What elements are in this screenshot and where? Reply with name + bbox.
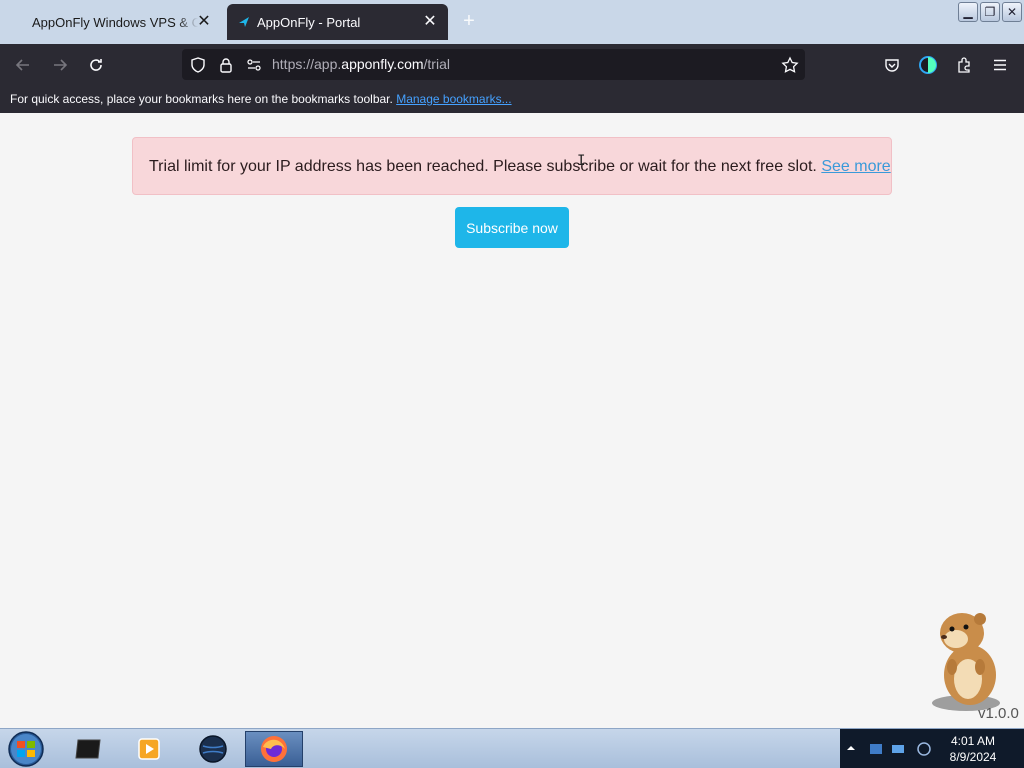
pocket-icon[interactable] [879, 52, 905, 78]
window-controls: ▁ ❐ ✕ [958, 2, 1022, 22]
forward-icon[interactable] [47, 52, 73, 78]
bookmarks-message: For quick access, place your bookmarks h… [10, 92, 393, 106]
restore-button[interactable]: ❐ [980, 2, 1000, 22]
taskbar-media-player[interactable] [120, 731, 178, 767]
back-icon[interactable] [10, 52, 36, 78]
tab-apponfly-site[interactable]: AppOnFly Windows VPS & Clou ✕ [0, 4, 222, 40]
trial-limit-alert: Trial limit for your IP address has been… [132, 137, 892, 195]
menu-icon[interactable] [987, 52, 1013, 78]
display-tray-icon[interactable] [890, 741, 906, 757]
tab-title: AppOnFly Windows VPS & Clou [32, 14, 198, 30]
apponfly-favicon-icon [239, 17, 249, 27]
tab-apponfly-portal[interactable]: AppOnFly - Portal ✕ [227, 4, 448, 40]
extensions-icon[interactable] [951, 52, 977, 78]
windows-start-icon[interactable] [6, 730, 46, 768]
clock-date: 8/9/2024 [949, 750, 997, 764]
volume-tray-icon[interactable] [916, 741, 932, 757]
close-icon[interactable]: ✕ [194, 12, 214, 32]
terminal-icon [75, 739, 101, 759]
firefox-icon [261, 736, 287, 762]
subscribe-now-button[interactable]: Subscribe now [455, 207, 569, 248]
clock-time: 4:01 AM [950, 734, 996, 748]
alert-message: Trial limit for your IP address has been… [149, 158, 817, 175]
taskbar-firefox[interactable] [245, 731, 303, 767]
url-domain: apponfly.com [341, 56, 424, 72]
permissions-icon[interactable] [241, 52, 267, 78]
see-more-link[interactable]: See more [821, 158, 890, 175]
url-prefix: https://app. [272, 56, 342, 72]
close-icon[interactable]: ✕ [420, 12, 440, 32]
globe-icon [199, 735, 227, 763]
hamster-mascot-icon [932, 613, 1000, 711]
text-cursor-icon: I [577, 153, 586, 169]
media-player-icon [138, 738, 160, 760]
manage-bookmarks-link[interactable]: Manage bookmarks... [396, 92, 511, 106]
network-tray-icon[interactable] [868, 741, 884, 757]
tab-title: AppOnFly - Portal [257, 14, 361, 30]
taskbar-terminal-app[interactable] [60, 731, 118, 767]
bookmarks-toolbar: For quick access, place your bookmarks h… [0, 85, 1024, 113]
page-content: Trial limit for your IP address has been… [0, 113, 1024, 728]
shield-icon[interactable] [185, 52, 211, 78]
url-path: /trial [423, 56, 450, 72]
account-icon[interactable] [915, 52, 941, 78]
close-window-button[interactable]: ✕ [1002, 2, 1022, 22]
tray-expand-icon[interactable] [846, 743, 856, 753]
taskbar-clock[interactable]: 4:01 AM 8/9/2024 [940, 733, 1006, 765]
desktop: AppOnFly Windows VPS & Clou ✕ AppOnFly -… [0, 0, 1024, 768]
minimize-button[interactable]: ▁ [958, 2, 978, 22]
lock-icon[interactable] [213, 52, 239, 78]
reload-icon[interactable] [83, 52, 109, 78]
browser-titlebar: AppOnFly Windows VPS & Clou ✕ AppOnFly -… [0, 0, 1024, 44]
url-text[interactable]: https://app.apponfly.com/trial [272, 56, 450, 72]
star-icon[interactable] [777, 52, 803, 78]
version-label: v1.0.0 [978, 705, 1019, 722]
plus-icon[interactable]: + [458, 10, 480, 32]
taskbar-network-app[interactable] [184, 731, 242, 767]
windows-taskbar: 4:01 AM 8/9/2024 [0, 728, 1024, 768]
